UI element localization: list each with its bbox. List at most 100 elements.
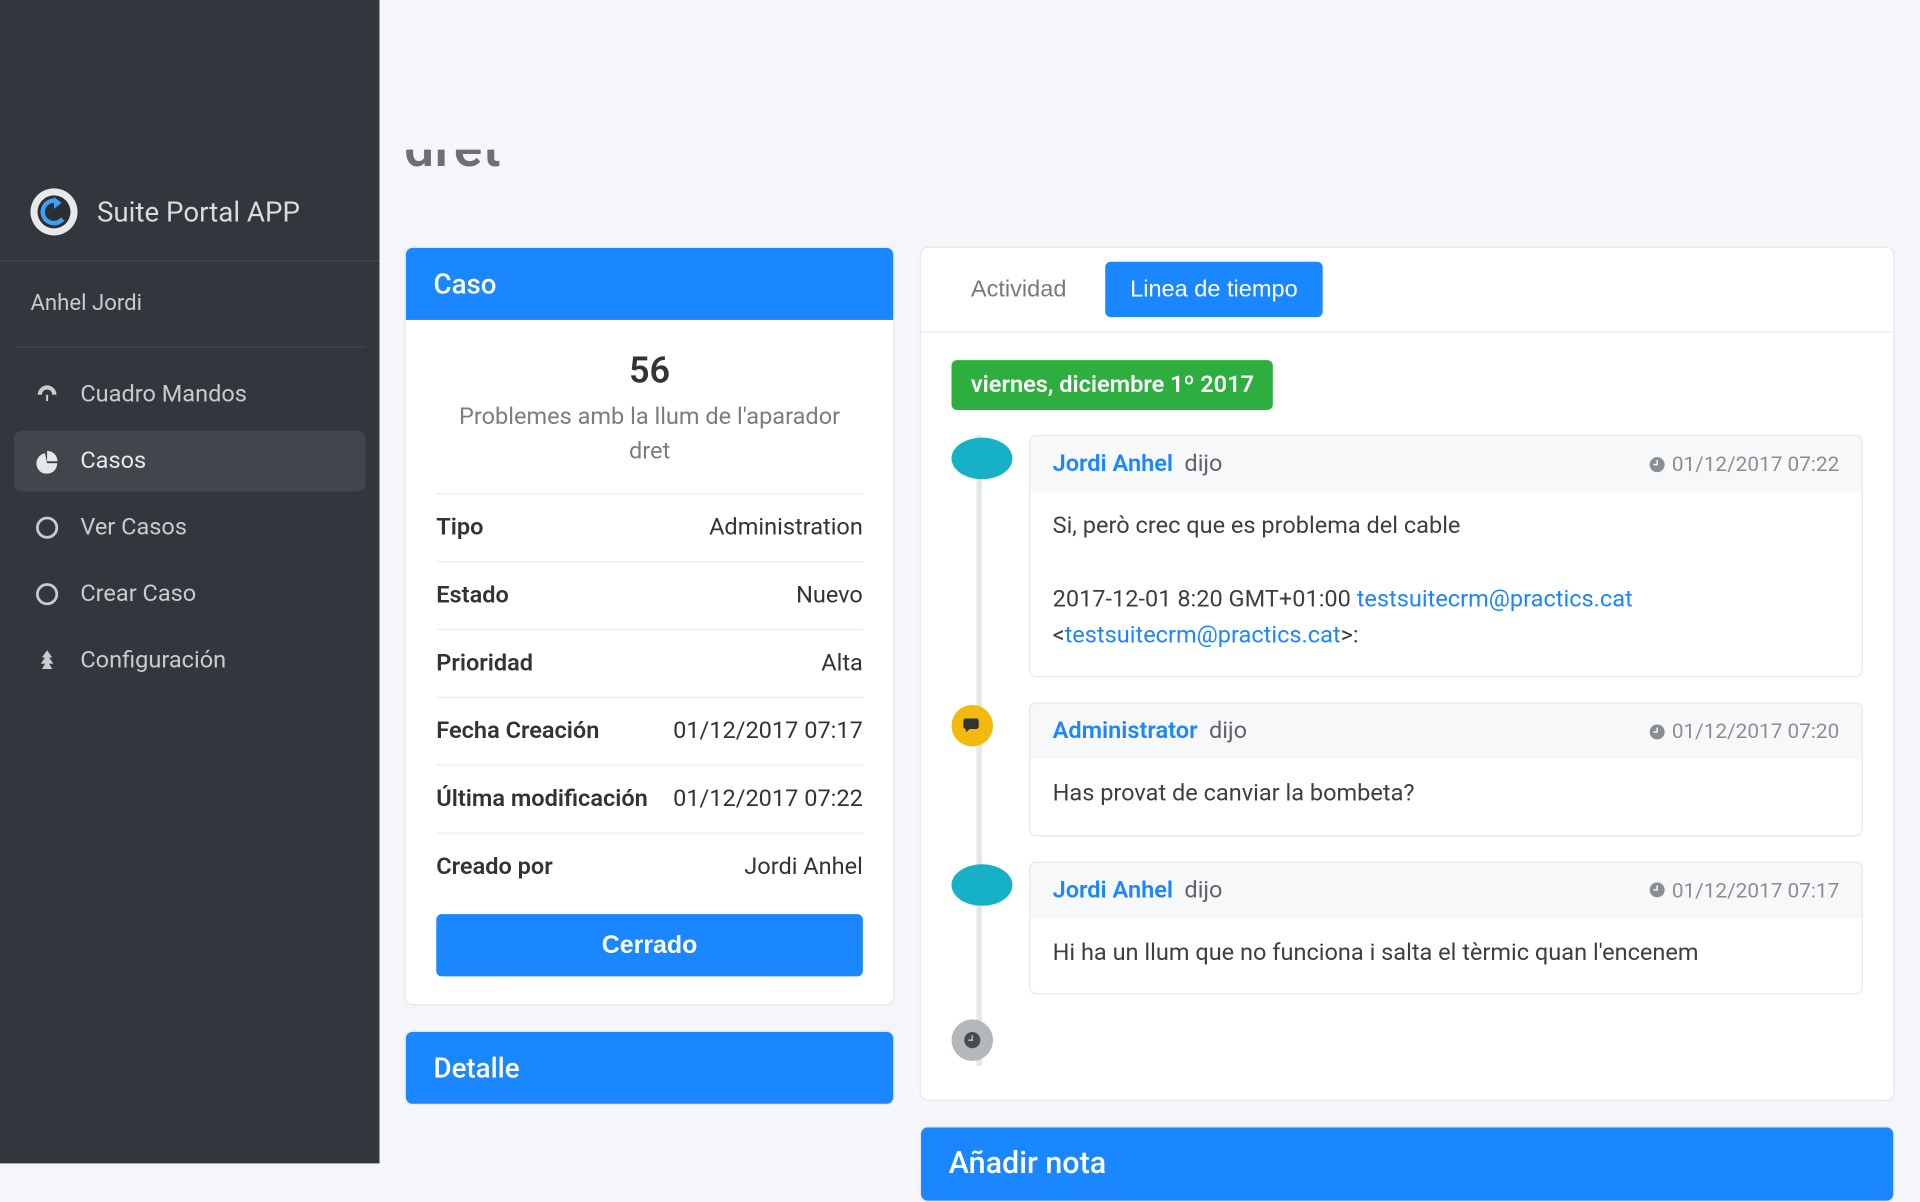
timeline-entry-header: Jordi Anhel dijo 01/12/2017 07:22 <box>1030 436 1861 491</box>
sidebar-item-label: Ver Casos <box>80 514 187 542</box>
timeline-text: < <box>1053 622 1065 650</box>
kv-value: 01/12/2017 07:17 <box>673 718 863 746</box>
timeline-said: dijo <box>1184 876 1222 904</box>
detail-card-header: Detalle <box>406 1032 894 1104</box>
column-right: Actividad Linea de tiempo viernes, dicie… <box>920 0 1895 1163</box>
brand: Suite Portal APP <box>0 188 379 261</box>
clock-icon <box>951 1019 993 1061</box>
timeline-item: Jordi Anhel dijo 01/12/2017 07:17 Hi ha … <box>1029 861 1863 994</box>
kv-label: Fecha Creación <box>436 718 599 746</box>
timeline-entry-header: Administrator dijo 01/12/2017 07:20 <box>1030 704 1861 759</box>
timeline-card: Actividad Linea de tiempo viernes, dicie… <box>920 247 1895 1102</box>
timeline-entry-body: Hi ha un llum que no funciona i salta el… <box>1030 918 1861 993</box>
timeline-time: 01/12/2017 07:20 <box>1648 719 1839 744</box>
timeline-text: 2017-12-01 8:20 GMT+01:00 <box>1053 585 1357 613</box>
timeline-author[interactable]: Jordi Anhel <box>1053 876 1173 904</box>
row-type: Tipo Administration <box>436 493 863 561</box>
timeline-author-wrap: Jordi Anhel dijo <box>1053 876 1223 904</box>
user-icon <box>951 864 1012 906</box>
sidebar-nav: Cuadro Mandos Casos Ver Casos Crear Caso <box>0 364 379 691</box>
kv-label: Creado por <box>436 854 552 882</box>
case-number: 56 <box>436 350 863 392</box>
main-content: dret Caso 56 Problemes amb la llum de l'… <box>379 0 1919 1163</box>
timeline-said: dijo <box>1209 718 1247 746</box>
timeline-text: >: <box>1341 622 1359 650</box>
circle-o-icon <box>33 517 61 539</box>
add-note-card: Añadir nota <box>920 1126 1895 1202</box>
dashboard-icon <box>33 382 61 407</box>
tab-timeline[interactable]: Linea de tiempo <box>1105 262 1322 317</box>
sidebar-user-name[interactable]: Anhel Jordi <box>0 276 379 341</box>
timeline-item: Jordi Anhel dijo 01/12/2017 07:22 <box>1029 435 1863 678</box>
kv-value: 01/12/2017 07:22 <box>673 786 863 814</box>
row-creator: Creado por Jordi Anhel <box>436 833 863 901</box>
user-icon <box>951 438 1012 480</box>
email-link[interactable]: testsuitecrm@practics.cat <box>1357 585 1633 613</box>
timeline-entry: Administrator dijo 01/12/2017 07:20 Has … <box>1029 703 1863 836</box>
sidebar-item-settings[interactable]: Configuración <box>14 630 366 691</box>
kv-label: Tipo <box>436 514 483 542</box>
pie-icon <box>33 449 61 474</box>
brand-logo-icon <box>30 188 77 235</box>
case-card-body: 56 Problemes amb la llum de l'aparador d… <box>406 320 894 1005</box>
timeline-date-badge: viernes, diciembre 1º 2017 <box>951 360 1273 410</box>
tab-activity[interactable]: Actividad <box>946 262 1091 317</box>
timeline-author[interactable]: Administrator <box>1053 718 1198 746</box>
row-status: Estado Nuevo <box>436 561 863 629</box>
sidebar-item-label: Casos <box>80 447 146 475</box>
kv-value: Nuevo <box>796 582 863 610</box>
timeline-time-text: 01/12/2017 07:17 <box>1672 878 1839 903</box>
kv-value: Alta <box>821 650 863 678</box>
add-note-header: Añadir nota <box>921 1127 1893 1200</box>
sidebar: Suite Portal APP Anhel Jordi Cuadro Mand… <box>0 0 379 1163</box>
row-created: Fecha Creación 01/12/2017 07:17 <box>436 697 863 765</box>
sidebar-divider <box>14 346 366 347</box>
sidebar-item-label: Configuración <box>80 647 226 675</box>
sidebar-item-create-case[interactable]: Crear Caso <box>14 564 366 625</box>
close-case-button[interactable]: Cerrado <box>436 914 863 976</box>
comments-icon <box>951 705 993 747</box>
timeline-entry: Jordi Anhel dijo 01/12/2017 07:22 <box>1029 435 1863 678</box>
clock-icon <box>1648 881 1666 899</box>
timeline-entry: Jordi Anhel dijo 01/12/2017 07:17 Hi ha … <box>1029 861 1863 994</box>
sidebar-item-label: Crear Caso <box>80 580 196 608</box>
kv-label: Estado <box>436 582 509 610</box>
timeline: Jordi Anhel dijo 01/12/2017 07:22 <box>951 435 1862 1067</box>
timeline-said: dijo <box>1184 450 1222 478</box>
sidebar-item-cases[interactable]: Casos <box>14 431 366 492</box>
tabs: Actividad Linea de tiempo <box>921 248 1893 332</box>
kv-value: Administration <box>709 514 863 542</box>
circle-o-icon <box>33 583 61 605</box>
row-modified: Última modificación 01/12/2017 07:22 <box>436 765 863 833</box>
kv-label: Última modificación <box>436 786 648 814</box>
case-card: Caso 56 Problemes amb la llum de l'apara… <box>404 247 894 1006</box>
kv-value: Jordi Anhel <box>744 854 863 882</box>
timeline-entry-body: Has provat de canviar la bombeta? <box>1030 759 1861 834</box>
sidebar-item-dashboard[interactable]: Cuadro Mandos <box>14 364 366 425</box>
email-link[interactable]: testsuitecrm@practics.cat <box>1065 622 1341 650</box>
timeline-text: Si, però crec que es problema del cable <box>1053 508 1840 544</box>
timeline-end <box>1029 1019 1863 1066</box>
case-card-header: Caso <box>406 248 894 320</box>
clock-icon <box>1648 723 1666 741</box>
tree-icon <box>33 648 61 673</box>
timeline-author-wrap: Jordi Anhel dijo <box>1053 450 1223 478</box>
timeline-time-text: 01/12/2017 07:22 <box>1672 452 1839 477</box>
timeline-author-wrap: Administrator dijo <box>1053 718 1247 746</box>
sidebar-item-label: Cuadro Mandos <box>80 381 247 409</box>
timeline-body: viernes, diciembre 1º 2017 Jordi Anhel <box>921 332 1893 1099</box>
timeline-time: 01/12/2017 07:17 <box>1648 878 1839 903</box>
timeline-time: 01/12/2017 07:22 <box>1648 452 1839 477</box>
timeline-item: Administrator dijo 01/12/2017 07:20 Has … <box>1029 703 1863 836</box>
timeline-entry-body: Si, però crec que es problema del cable … <box>1030 492 1861 677</box>
timeline-time-text: 01/12/2017 07:20 <box>1672 719 1839 744</box>
kv-label: Prioridad <box>436 650 533 678</box>
clock-icon <box>1648 455 1666 473</box>
sidebar-item-view-cases[interactable]: Ver Casos <box>14 497 366 558</box>
detail-card: Detalle <box>404 1031 894 1106</box>
timeline-entry-header: Jordi Anhel dijo 01/12/2017 07:17 <box>1030 862 1861 917</box>
page-title: dret <box>404 150 501 192</box>
row-priority: Prioridad Alta <box>436 629 863 697</box>
app-root: Suite Portal APP Anhel Jordi Cuadro Mand… <box>0 0 1920 1163</box>
timeline-author[interactable]: Jordi Anhel <box>1053 450 1173 478</box>
